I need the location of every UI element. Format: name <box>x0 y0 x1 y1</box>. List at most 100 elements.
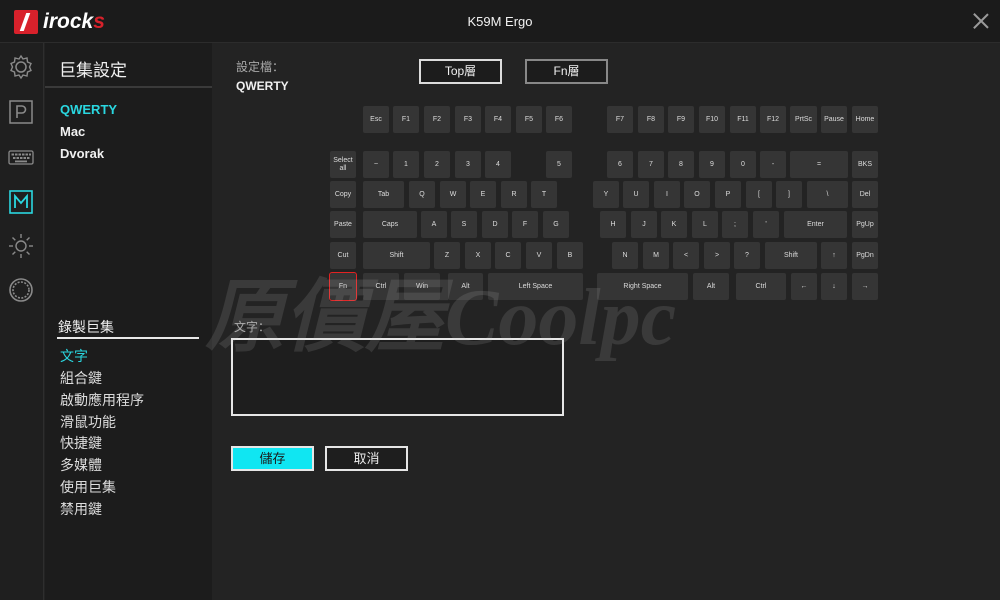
cancel-button[interactable]: 取消 <box>325 446 408 471</box>
key-f7[interactable]: F7 <box>607 106 633 133</box>
text-input[interactable] <box>231 338 564 416</box>
key-sym-5-8[interactable]: ← <box>791 273 817 300</box>
top-layer-button[interactable]: Top層 <box>419 59 502 84</box>
key-b[interactable]: B <box>557 242 583 269</box>
key-pgdn[interactable]: PgDn <box>852 242 878 269</box>
key-f8[interactable]: F8 <box>638 106 664 133</box>
key-del[interactable]: Del <box>852 181 878 208</box>
key-pause[interactable]: Pause <box>821 106 847 133</box>
key-z[interactable]: Z <box>434 242 460 269</box>
key-caps[interactable]: Caps <box>363 211 417 238</box>
key-f9[interactable]: F9 <box>668 106 694 133</box>
rec-item-mouse[interactable]: 滑鼠功能 <box>60 412 116 432</box>
key-sym-4-11[interactable]: ? <box>734 242 760 269</box>
key-1[interactable]: 1 <box>393 151 419 178</box>
key-3[interactable]: 3 <box>455 151 481 178</box>
key-left-space[interactable]: Left Space <box>488 273 583 300</box>
key-sym-1-1[interactable]: ~ <box>363 151 389 178</box>
key-g[interactable]: G <box>543 211 569 238</box>
key-sym-4-10[interactable]: > <box>704 242 730 269</box>
key-f10[interactable]: F10 <box>699 106 725 133</box>
key-w[interactable]: W <box>440 181 466 208</box>
key-h[interactable]: H <box>600 211 626 238</box>
key-r[interactable]: R <box>501 181 527 208</box>
rec-item-shortcut[interactable]: 快捷鍵 <box>60 433 102 453</box>
key-select-all[interactable]: Select all <box>330 151 356 178</box>
key-sym-2-13[interactable]: ] <box>776 181 802 208</box>
ring-light-icon[interactable] <box>7 276 35 304</box>
key-f11[interactable]: F11 <box>730 106 756 133</box>
key-enter[interactable]: Enter <box>784 211 847 238</box>
key-paste[interactable]: Paste <box>330 211 356 238</box>
layout-item-mac[interactable]: Mac <box>60 124 85 139</box>
key-f[interactable]: F <box>512 211 538 238</box>
brightness-icon[interactable] <box>7 232 35 260</box>
close-icon[interactable] <box>972 12 990 30</box>
key-s[interactable]: S <box>451 211 477 238</box>
key-f6[interactable]: F6 <box>546 106 572 133</box>
key-p[interactable]: P <box>715 181 741 208</box>
key-right-space[interactable]: Right Space <box>597 273 688 300</box>
key-f4[interactable]: F4 <box>485 106 511 133</box>
key-f5[interactable]: F5 <box>516 106 542 133</box>
key-m[interactable]: M <box>643 242 669 269</box>
key-i[interactable]: I <box>654 181 680 208</box>
key-ctrl[interactable]: Ctrl <box>363 273 399 300</box>
key-sym-3-11[interactable]: ; <box>722 211 748 238</box>
key-sym-2-14[interactable]: \ <box>807 181 848 208</box>
key-f3[interactable]: F3 <box>455 106 481 133</box>
layout-item-dvorak[interactable]: Dvorak <box>60 146 104 161</box>
key-copy[interactable]: Copy <box>330 181 356 208</box>
key-2[interactable]: 2 <box>424 151 450 178</box>
key-e[interactable]: E <box>470 181 496 208</box>
key-t[interactable]: T <box>531 181 557 208</box>
key-fn[interactable]: Fn <box>329 272 357 301</box>
key-o[interactable]: O <box>684 181 710 208</box>
rec-item-use-macro[interactable]: 使用巨集 <box>60 477 116 497</box>
key-f1[interactable]: F1 <box>393 106 419 133</box>
key-q[interactable]: Q <box>409 181 435 208</box>
key-sym-5-9[interactable]: ↓ <box>821 273 847 300</box>
save-button[interactable]: 儲存 <box>231 446 314 471</box>
key-n[interactable]: N <box>612 242 638 269</box>
key-f12[interactable]: F12 <box>760 106 786 133</box>
key-k[interactable]: K <box>661 211 687 238</box>
key-d[interactable]: D <box>482 211 508 238</box>
key-sym-1-12[interactable]: - <box>760 151 786 178</box>
key-sym-2-12[interactable]: [ <box>746 181 772 208</box>
key-home[interactable]: Home <box>852 106 878 133</box>
key-cut[interactable]: Cut <box>330 242 356 269</box>
key-6[interactable]: 6 <box>607 151 633 178</box>
rec-item-text[interactable]: 文字 <box>60 346 88 366</box>
key-f2[interactable]: F2 <box>424 106 450 133</box>
profile-p-icon[interactable] <box>7 98 35 126</box>
key-shift[interactable]: Shift <box>363 242 430 269</box>
key-sym-4-13[interactable]: ↑ <box>821 242 847 269</box>
rec-item-multimedia[interactable]: 多媒體 <box>60 455 102 475</box>
macro-m-icon[interactable] <box>7 188 35 216</box>
key-5[interactable]: 5 <box>546 151 572 178</box>
key-bks[interactable]: BKS <box>852 151 878 178</box>
key-a[interactable]: A <box>421 211 447 238</box>
key-esc[interactable]: Esc <box>363 106 389 133</box>
key-l[interactable]: L <box>692 211 718 238</box>
key-sym-4-9[interactable]: < <box>673 242 699 269</box>
key-shift[interactable]: Shift <box>765 242 817 269</box>
key-prtsc[interactable]: PrtSc <box>790 106 817 133</box>
gear-icon[interactable] <box>7 53 35 81</box>
key-u[interactable]: U <box>623 181 649 208</box>
rec-item-combo-key[interactable]: 組合鍵 <box>60 368 102 388</box>
fn-layer-button[interactable]: Fn層 <box>525 59 608 84</box>
key-y[interactable]: Y <box>593 181 619 208</box>
key-c[interactable]: C <box>495 242 521 269</box>
key-4[interactable]: 4 <box>485 151 511 178</box>
rec-item-launch-app[interactable]: 啟動應用程序 <box>60 390 144 410</box>
key-sym-1-13[interactable]: = <box>790 151 848 178</box>
key-ctrl[interactable]: Ctrl <box>736 273 786 300</box>
key-tab[interactable]: Tab <box>363 181 404 208</box>
key-alt[interactable]: Alt <box>693 273 729 300</box>
key-win[interactable]: Win <box>404 273 440 300</box>
key-x[interactable]: X <box>465 242 491 269</box>
rec-item-disable-key[interactable]: 禁用鍵 <box>60 499 102 519</box>
layout-item-qwerty[interactable]: QWERTY <box>60 102 117 117</box>
